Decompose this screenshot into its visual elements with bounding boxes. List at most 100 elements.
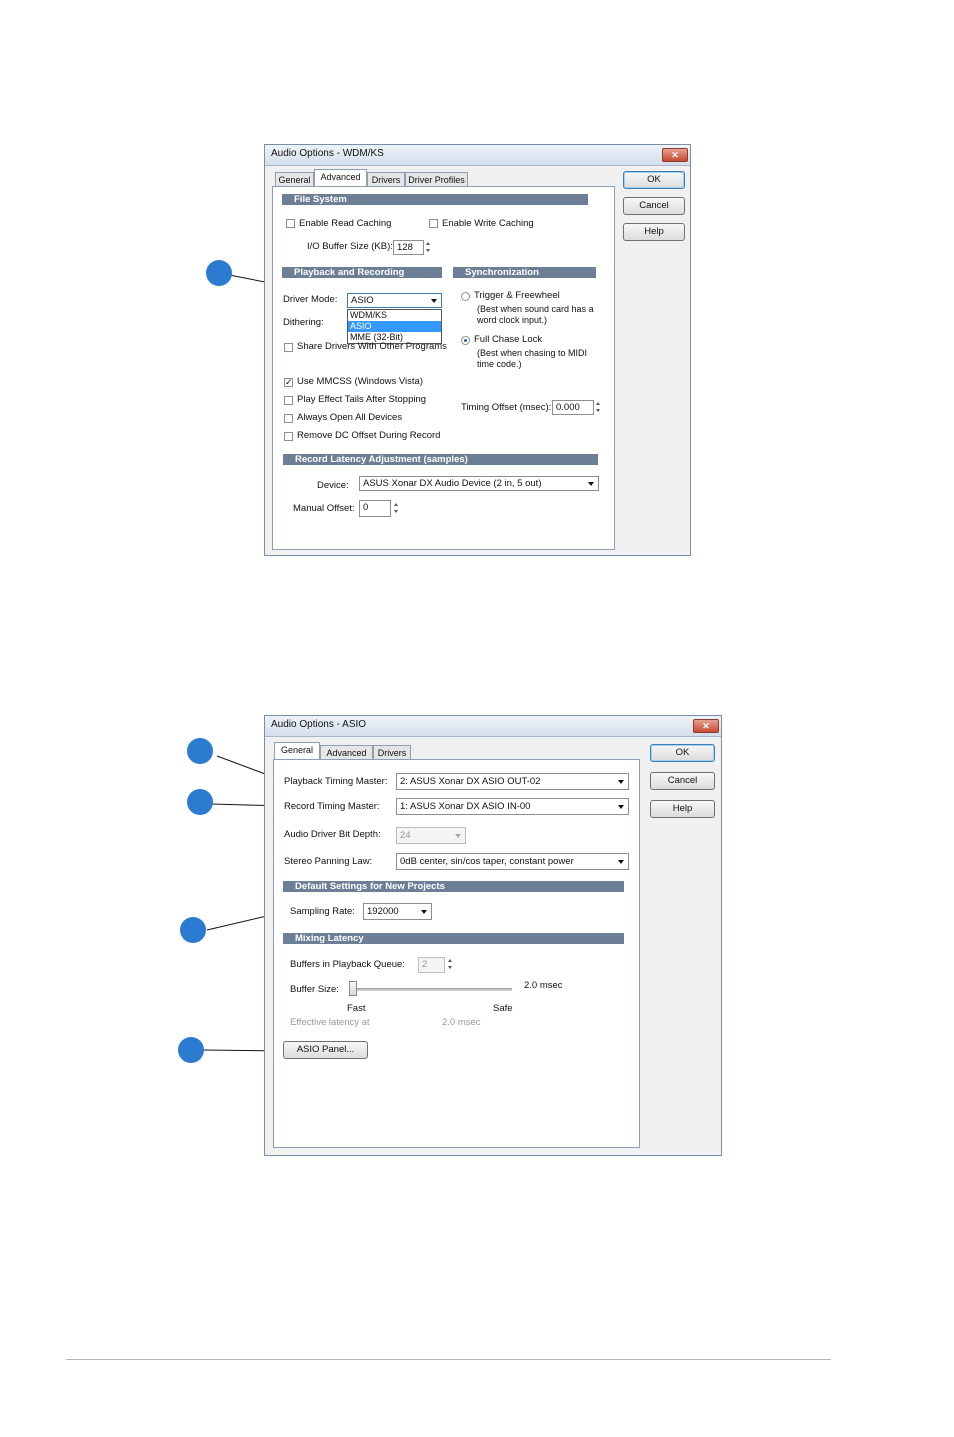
dialog-title: Audio Options - ASIO <box>271 719 367 730</box>
effective-latency-label: Effective latency at <box>290 1017 370 1028</box>
asio-panel-button[interactable]: ASIO Panel... <box>283 1041 368 1059</box>
enable-read-caching-label: Enable Read Caching <box>299 218 392 229</box>
default-settings-header: Default Settings for New Projects <box>283 881 624 892</box>
help-button[interactable]: Help <box>650 800 715 818</box>
title-bar: Audio Options - WDM/KS ✕ <box>265 145 690 166</box>
playback-timing-master-value: 2: ASUS Xonar DX ASIO OUT-02 <box>400 776 541 787</box>
synchronization-header: Synchronization <box>453 267 596 278</box>
driver-mode-dropdown-overlay <box>347 309 442 344</box>
io-buffer-size-spinner[interactable] <box>425 240 432 255</box>
cancel-button[interactable]: Cancel <box>623 197 685 215</box>
buffers-in-playback-queue-spinner[interactable] <box>447 957 454 972</box>
tab-drivers[interactable]: Drivers <box>373 745 411 759</box>
audio-options-asio-dialog: Audio Options - ASIO ✕ General Advanced … <box>264 715 722 1156</box>
bit-depth-value: 24 <box>400 830 411 841</box>
driver-mode-value: ASIO <box>351 295 374 306</box>
file-system-header: File System <box>282 194 588 205</box>
timing-offset-spinner[interactable] <box>595 400 602 415</box>
trigger-freewheel-label: Trigger & Freewheel <box>474 290 560 301</box>
ok-button[interactable]: OK <box>623 171 685 189</box>
enable-write-caching-label: Enable Write Caching <box>442 218 534 229</box>
record-timing-master-value: 1: ASUS Xonar DX ASIO IN-00 <box>400 801 531 812</box>
tab-drivers[interactable]: Drivers <box>367 172 405 186</box>
buffer-size-value: 2.0 msec <box>524 980 563 991</box>
close-button[interactable]: ✕ <box>693 719 719 733</box>
bit-depth-select[interactable]: 24 <box>396 827 466 844</box>
stereo-panning-law-value: 0dB center, sin/cos taper, constant powe… <box>400 856 574 867</box>
chevron-down-icon <box>618 805 624 809</box>
device-label: Device: <box>317 480 349 491</box>
help-button[interactable]: Help <box>623 223 685 241</box>
callout-2 <box>187 738 213 764</box>
effective-latency-value: 2.0 msec <box>442 1017 481 1028</box>
callout-1 <box>206 260 232 286</box>
always-open-checkbox[interactable] <box>284 414 293 423</box>
slider-fast-label: Fast <box>347 1003 366 1014</box>
remove-dc-offset-label: Remove DC Offset During Record <box>297 430 441 441</box>
page-footer-rule <box>66 1359 831 1360</box>
timing-offset-label: Timing Offset (msec): <box>461 402 552 413</box>
remove-dc-offset-checkbox[interactable] <box>284 432 293 441</box>
slider-safe-label: Safe <box>493 1003 513 1014</box>
full-chase-lock-label: Full Chase Lock <box>474 334 543 345</box>
chevron-down-icon <box>455 834 461 838</box>
full-chase-lock-radio[interactable] <box>461 336 470 345</box>
sampling-rate-label: Sampling Rate: <box>290 906 355 917</box>
chevron-down-icon <box>588 482 594 486</box>
stereo-panning-law-label: Stereo Panning Law: <box>284 856 373 867</box>
sampling-rate-value: 192000 <box>367 906 399 917</box>
enable-read-caching-checkbox[interactable] <box>286 219 295 228</box>
tab-advanced[interactable]: Advanced <box>320 745 373 759</box>
mixing-latency-header: Mixing Latency <box>283 933 624 944</box>
buffer-size-label: Buffer Size: <box>290 984 339 995</box>
chevron-down-icon <box>431 299 437 303</box>
tab-driver-profiles[interactable]: Driver Profiles <box>405 172 468 186</box>
sampling-rate-select[interactable]: 192000 <box>363 903 432 920</box>
general-tab-panel <box>273 759 640 1148</box>
buffer-size-slider-thumb[interactable] <box>349 981 357 996</box>
chevron-down-icon <box>421 910 427 914</box>
audio-options-wdmks-dialog: Audio Options - WDM/KS ✕ General Advance… <box>264 144 691 556</box>
enable-write-caching-checkbox[interactable] <box>429 219 438 228</box>
tab-advanced[interactable]: Advanced <box>314 169 367 186</box>
trigger-freewheel-note-2: word clock input.) <box>477 315 548 325</box>
always-open-label: Always Open All Devices <box>297 412 403 423</box>
buffers-in-playback-queue-label: Buffers in Playback Queue: <box>290 959 405 970</box>
buffer-size-slider-track[interactable] <box>352 988 512 991</box>
callout-3 <box>187 789 213 815</box>
dialog-title: Audio Options - WDM/KS <box>271 148 384 159</box>
stereo-panning-law-select[interactable]: 0dB center, sin/cos taper, constant powe… <box>396 853 629 870</box>
tab-general[interactable]: General <box>274 742 320 759</box>
timing-offset-input[interactable]: 0.000 <box>552 400 594 415</box>
manual-offset-input[interactable]: 0 <box>359 500 391 517</box>
callout-4 <box>180 917 206 943</box>
device-select[interactable]: ASUS Xonar DX Audio Device (2 in, 5 out) <box>359 476 599 491</box>
device-value: ASUS Xonar DX Audio Device (2 in, 5 out) <box>363 478 542 489</box>
io-buffer-size-label: I/O Buffer Size (KB): <box>307 241 393 252</box>
chevron-down-icon <box>618 860 624 864</box>
record-timing-master-select[interactable]: 1: ASUS Xonar DX ASIO IN-00 <box>396 798 629 815</box>
share-drivers-checkbox[interactable] <box>284 343 293 352</box>
record-latency-header: Record Latency Adjustment (samples) <box>283 454 598 465</box>
trigger-freewheel-radio[interactable] <box>461 292 470 301</box>
cancel-button[interactable]: Cancel <box>650 772 715 790</box>
driver-mode-select[interactable]: ASIO <box>347 293 442 308</box>
manual-offset-label: Manual Offset: <box>293 503 355 514</box>
play-effect-tails-checkbox[interactable] <box>284 396 293 405</box>
bit-depth-label: Audio Driver Bit Depth: <box>284 829 381 840</box>
dithering-label: Dithering: <box>283 317 324 328</box>
ok-button[interactable]: OK <box>650 744 715 762</box>
manual-offset-spinner[interactable] <box>393 501 400 516</box>
playback-recording-header: Playback and Recording <box>282 267 442 278</box>
callout-5 <box>178 1037 204 1063</box>
use-mmcss-label: Use MMCSS (Windows Vista) <box>297 376 423 387</box>
chevron-down-icon <box>618 780 624 784</box>
playback-timing-master-select[interactable]: 2: ASUS Xonar DX ASIO OUT-02 <box>396 773 629 790</box>
tab-general[interactable]: General <box>275 172 314 186</box>
playback-timing-master-label: Playback Timing Master: <box>284 776 388 787</box>
buffers-in-playback-queue-input[interactable]: 2 <box>418 957 445 973</box>
record-timing-master-label: Record Timing Master: <box>284 801 380 812</box>
use-mmcss-checkbox[interactable]: ✓ <box>284 378 293 387</box>
close-button[interactable]: ✕ <box>662 148 688 162</box>
io-buffer-size-input[interactable]: 128 <box>393 240 424 255</box>
